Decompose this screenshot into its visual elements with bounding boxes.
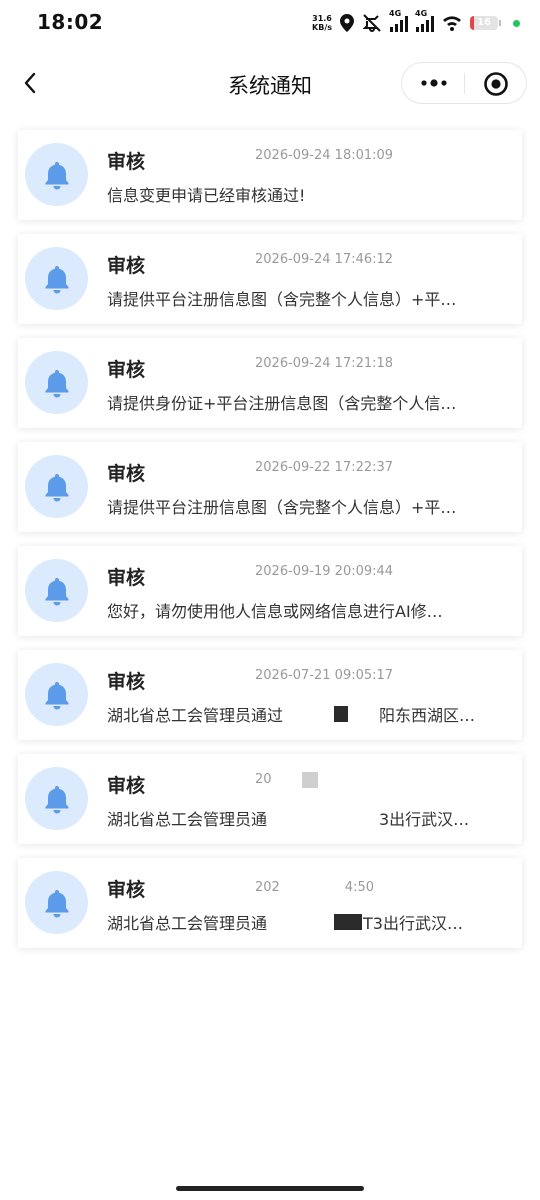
status-time: 18:02: [37, 10, 104, 34]
capsule-divider: [464, 73, 465, 94]
notification-time: 20: [255, 772, 272, 787]
notification-title: 审核: [107, 879, 146, 901]
notification-card[interactable]: 审核 20 湖北省总工会管理员通 3出行武汉…: [18, 754, 522, 844]
bell-icon: [45, 161, 68, 189]
signal-sim1-icon: 4G: [389, 9, 408, 32]
bell-icon: [45, 681, 68, 709]
notification-card[interactable]: 审核 2026-09-24 18:01:09 信息变更申请已经审核通过!: [18, 130, 522, 220]
notification-time: 2026-09-19 20:09:44: [255, 564, 394, 579]
network-speed-unit: KB/s: [312, 23, 332, 32]
notification-title: 审核: [107, 775, 146, 797]
notification-message: 您好，请勿使用他人信息或网络信息进行AI修…: [107, 602, 443, 621]
network-speed-value: 31.6: [312, 14, 332, 23]
battery-cap: [499, 20, 501, 26]
sim1-network-label: 4G: [389, 9, 402, 18]
nav-header: 系统通知: [0, 58, 540, 110]
status-icons: 31.6 KB/s 4G 4G 16: [312, 9, 520, 36]
notification-avatar: [25, 351, 88, 414]
redaction-block: [334, 914, 362, 930]
privacy-indicator-dot: [513, 19, 520, 27]
notification-message: 请提供平台注册信息图（含完整个人信息）+平…: [107, 498, 457, 517]
notification-avatar: [25, 871, 88, 934]
home-indicator[interactable]: [176, 1186, 364, 1191]
notification-time: 2026-09-24 18:01:09: [255, 148, 394, 163]
notification-avatar: [25, 143, 88, 206]
notification-title: 审核: [107, 151, 146, 173]
notification-time: 202 4:50: [255, 880, 375, 895]
mute-vibrate-icon: [362, 14, 381, 32]
notification-message: 湖北省总工会管理员通 T3出行武汉…: [107, 914, 463, 933]
miniprogram-capsule: [401, 62, 527, 104]
network-speed: 31.6 KB/s: [312, 14, 332, 32]
status-bar: 18:02 31.6 KB/s 4G 4G 16: [0, 0, 540, 46]
notification-avatar: [25, 559, 88, 622]
notification-list: 审核 2026-09-24 18:01:09 信息变更申请已经审核通过! 审核 …: [18, 130, 522, 962]
battery-icon: 16: [470, 16, 501, 30]
battery-level: 16: [477, 17, 491, 28]
notification-time: 2026-07-21 09:05:17: [255, 668, 394, 683]
bell-icon: [45, 369, 68, 397]
more-menu-icon[interactable]: [416, 68, 452, 98]
notification-title: 审核: [107, 359, 146, 381]
notification-title: 审核: [107, 671, 146, 693]
bell-icon: [45, 785, 68, 813]
battery-body: 16: [470, 16, 498, 30]
sim2-network-label: 4G: [415, 9, 428, 18]
notification-avatar: [25, 663, 88, 726]
notification-time: 2026-09-24 17:46:12: [255, 252, 394, 267]
notification-card[interactable]: 审核 202 4:50 湖北省总工会管理员通 T3出行武汉…: [18, 858, 522, 948]
notification-time: 2026-09-24 17:21:18: [255, 356, 394, 371]
notification-title: 审核: [107, 463, 146, 485]
notification-card[interactable]: 审核 2026-09-24 17:46:12 请提供平台注册信息图（含完整个人信…: [18, 234, 522, 324]
close-miniprogram-icon[interactable]: [483, 71, 509, 97]
notification-message: 请提供平台注册信息图（含完整个人信息）+平…: [107, 290, 457, 309]
notification-title: 审核: [107, 255, 146, 277]
redaction-block: [302, 772, 318, 788]
notification-card[interactable]: 审核 2026-09-22 17:22:37 请提供平台注册信息图（含完整个人信…: [18, 442, 522, 532]
bell-icon: [45, 473, 68, 501]
notification-avatar: [25, 767, 88, 830]
notification-time: 2026-09-22 17:22:37: [255, 460, 394, 475]
notification-card[interactable]: 审核 2026-09-24 17:21:18 请提供身份证+平台注册信息图（含完…: [18, 338, 522, 428]
signal-sim2-icon: 4G: [415, 9, 434, 32]
wifi-icon: [443, 16, 461, 31]
notification-message: 湖北省总工会管理员通过 阳东西湖区吴…: [107, 706, 477, 725]
notification-card[interactable]: 审核 2026-07-21 09:05:17 湖北省总工会管理员通过 阳东西湖区…: [18, 650, 522, 740]
bell-icon: [45, 265, 68, 293]
bell-icon: [45, 577, 68, 605]
bell-icon: [45, 889, 68, 917]
redaction-block: [334, 706, 348, 722]
notification-title: 审核: [107, 567, 146, 589]
notification-message: 湖北省总工会管理员通 3出行武汉…: [107, 810, 470, 829]
notification-avatar: [25, 247, 88, 310]
notification-message: 请提供身份证+平台注册信息图（含完整个人信…: [107, 394, 457, 413]
notification-card[interactable]: 审核 2026-09-19 20:09:44 您好，请勿使用他人信息或网络信息进…: [18, 546, 522, 636]
location-icon: [340, 14, 354, 32]
notification-message: 信息变更申请已经审核通过!: [107, 186, 306, 205]
notification-avatar: [25, 455, 88, 518]
